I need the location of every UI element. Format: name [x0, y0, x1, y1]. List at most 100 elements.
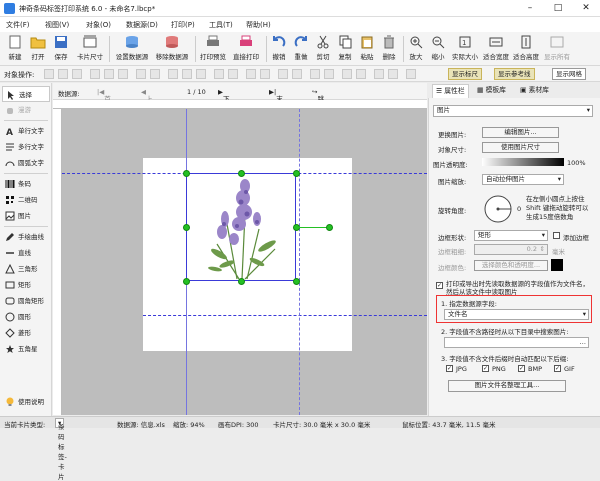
distribute-h-icon[interactable]	[136, 69, 146, 79]
tool-select[interactable]: 选择	[2, 86, 50, 102]
border-color-swatch[interactable]	[551, 259, 563, 271]
minimize-icon[interactable]: –	[516, 0, 544, 17]
bring-front-icon[interactable]	[214, 69, 224, 79]
fit-height-button[interactable]: 适合高度	[512, 34, 540, 64]
rotate-right-icon[interactable]	[324, 69, 334, 79]
rotation-handle[interactable]	[326, 224, 333, 231]
same-size-icon[interactable]	[196, 69, 206, 79]
rotation-dial[interactable]	[482, 193, 514, 225]
copy-button[interactable]: 复制	[335, 34, 355, 64]
menu-tools[interactable]: 工具(T)	[209, 20, 233, 30]
unlock-icon[interactable]	[260, 69, 270, 79]
remove-datasource-button[interactable]: 移除数据源	[153, 34, 191, 64]
same-width-icon[interactable]	[168, 69, 178, 79]
align-left-icon[interactable]	[44, 69, 54, 79]
ext-png-checkbox[interactable]: ✓	[482, 365, 489, 372]
center-v-icon[interactable]	[388, 69, 398, 79]
new-button[interactable]: 新建	[4, 34, 26, 64]
resize-handle-bottom-right[interactable]	[293, 278, 300, 285]
tab-templates[interactable]: ▦ 模板库	[474, 84, 509, 98]
set-datasource-button[interactable]: 设置数据源	[113, 34, 151, 64]
group-icon[interactable]	[278, 69, 288, 79]
resize-handle-left[interactable]	[183, 224, 190, 231]
tool-barcode[interactable]: 条码	[2, 176, 50, 192]
object-type-select[interactable]: 图片 ▾	[433, 105, 593, 117]
show-all-button[interactable]: 显示所有	[542, 34, 572, 64]
open-button[interactable]: 打开	[27, 34, 49, 64]
prev-record-button[interactable]: ◀ 上一条记录	[141, 88, 153, 143]
tool-line[interactable]: 直线	[2, 245, 50, 261]
resize-handle-top-left[interactable]	[183, 170, 190, 177]
align-middle-icon[interactable]	[104, 69, 114, 79]
last-record-button[interactable]: ▶| 末条记录	[269, 88, 283, 133]
menu-print[interactable]: 打印(P)	[171, 20, 195, 30]
help-button[interactable]: 使用说明	[2, 394, 50, 410]
border-shape-select[interactable]: 矩形 ▾	[474, 230, 548, 241]
image-scale-select[interactable]: 自动拉伸图片 ▾	[482, 174, 564, 185]
tool-rounded-rectangle[interactable]: 圆角矩形	[2, 293, 50, 309]
menu-help[interactable]: 帮助(H)	[246, 20, 271, 30]
guide-line-vertical[interactable]	[299, 109, 300, 415]
tab-properties[interactable]: ☰ 属性栏	[432, 84, 469, 98]
field-select[interactable]: 文件名 ▾	[444, 309, 589, 320]
fit-width-button[interactable]: 适合宽度	[482, 34, 510, 64]
flip-h-icon[interactable]	[342, 69, 352, 79]
align-center-icon[interactable]	[58, 69, 68, 79]
ext-gif-checkbox[interactable]: ✓	[554, 365, 561, 372]
toggle-show-grid[interactable]: 显示网格	[552, 68, 586, 80]
use-image-size-button[interactable]: 使用图片尺寸	[482, 142, 559, 153]
same-height-icon[interactable]	[182, 69, 192, 79]
tool-diamond[interactable]: 菱形	[2, 325, 50, 341]
menu-file[interactable]: 文件(F)	[6, 20, 30, 30]
tool-multi-line-text[interactable]: 多行文字	[2, 139, 50, 155]
card-type-select[interactable]: 条码标签-卡片 ▾	[55, 418, 67, 481]
tool-circle[interactable]: 圆形	[2, 309, 50, 325]
paste-button[interactable]: 粘贴	[357, 34, 377, 64]
card-size-button[interactable]: 卡片尺寸	[75, 34, 105, 64]
close-icon[interactable]: ✕	[572, 0, 600, 17]
tool-pan[interactable]: 漫游	[2, 102, 50, 118]
rotate-left-icon[interactable]	[310, 69, 320, 79]
resize-handle-top[interactable]	[238, 170, 245, 177]
border-width-input[interactable]: 0.2 ⇕	[474, 244, 548, 255]
first-record-button[interactable]: |◀ 首条记录	[97, 88, 111, 133]
filename-tool-button[interactable]: 图片文件名整理工具...	[448, 380, 566, 392]
next-record-button[interactable]: ▶ 下一条记录	[218, 88, 230, 143]
transparency-slider[interactable]	[482, 158, 564, 166]
ungroup-icon[interactable]	[292, 69, 302, 79]
zoom-in-button[interactable]: 放大	[406, 34, 426, 64]
align-top-icon[interactable]	[90, 69, 100, 79]
lock-icon[interactable]	[246, 69, 256, 79]
ext-jpg-checkbox[interactable]: ✓	[446, 365, 453, 372]
redo-button[interactable]: 重做	[291, 34, 311, 64]
print-read-checkbox[interactable]: ✓	[436, 282, 443, 289]
resize-handle-bottom[interactable]	[238, 278, 245, 285]
send-back-icon[interactable]	[228, 69, 238, 79]
resize-handle-bottom-left[interactable]	[183, 278, 190, 285]
flip-v-icon[interactable]	[356, 69, 366, 79]
horizontal-ruler[interactable]	[53, 100, 427, 109]
edit-image-button[interactable]: 编辑图片...	[482, 127, 559, 138]
center-h-icon[interactable]	[374, 69, 384, 79]
delete-button[interactable]: 删除	[379, 34, 399, 64]
cut-button[interactable]: 剪切	[313, 34, 333, 64]
dir-input[interactable]: …	[444, 337, 589, 348]
maximize-icon[interactable]: □	[544, 0, 572, 17]
menu-view[interactable]: 视图(V)	[45, 20, 69, 30]
ext-bmp-checkbox[interactable]: ✓	[518, 365, 525, 372]
vertical-ruler[interactable]	[53, 109, 62, 415]
menu-datasource[interactable]: 数据源(D)	[126, 20, 158, 30]
save-button[interactable]: 保存	[50, 34, 72, 64]
resize-handle-top-right[interactable]	[293, 170, 300, 177]
print-preview-button[interactable]: 打印预览	[198, 34, 228, 64]
tool-triangle[interactable]: 三角形	[2, 261, 50, 277]
selected-image-object[interactable]	[186, 173, 296, 281]
toggle-show-ruler[interactable]: 显示标尺	[448, 68, 482, 80]
tab-materials[interactable]: ▣ 素材库	[517, 84, 552, 98]
align-right-icon[interactable]	[72, 69, 82, 79]
undo-button[interactable]: 撤销	[269, 34, 289, 64]
zoom-out-button[interactable]: 缩小	[428, 34, 448, 64]
tool-rectangle[interactable]: 矩形	[2, 277, 50, 293]
direct-print-button[interactable]: 直接打印	[230, 34, 262, 64]
cascade-icon[interactable]	[406, 69, 416, 79]
